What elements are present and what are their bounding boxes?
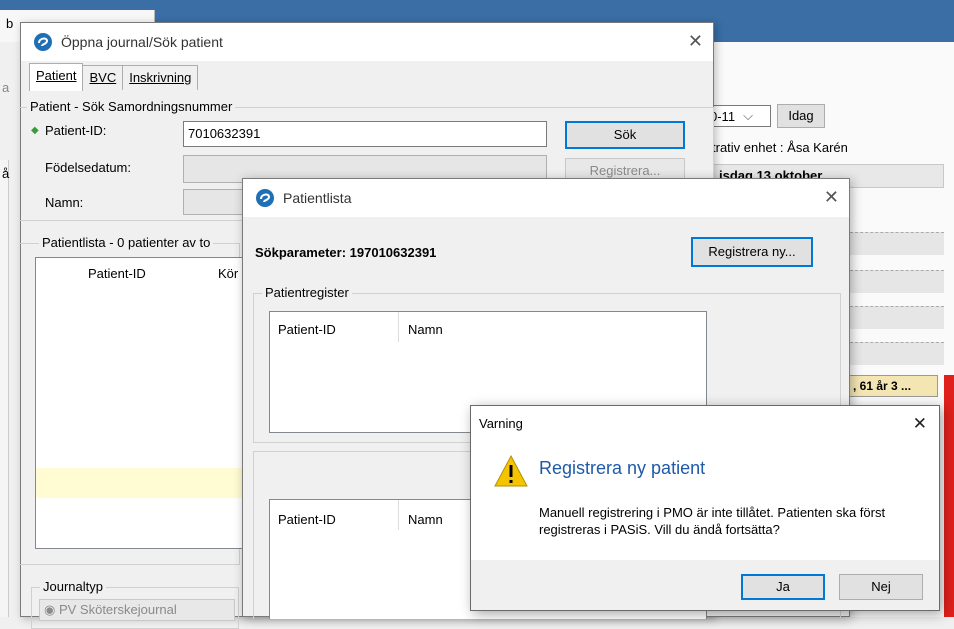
warning-dialog: Varning ✕ Registrera ny patient Manuell … [470, 405, 940, 611]
column-header-namn[interactable]: Namn [408, 322, 443, 337]
patient-list-title: Patientlista - 0 patienter av to [39, 235, 214, 250]
tab-bvc[interactable]: BVC [82, 65, 124, 90]
radio-icon: ◉ [44, 602, 56, 617]
calendar-slot[interactable] [850, 232, 944, 255]
patient-id-label: Patient-ID: [45, 123, 107, 138]
column-header-kon[interactable]: Kör [218, 266, 238, 281]
warning-icon [494, 454, 528, 487]
tab-patient[interactable]: Patient [29, 63, 84, 91]
window-titlebar: Patientlista ✕ [243, 179, 849, 217]
journal-option-button[interactable]: ◉ PV Sköterskejournal [39, 599, 235, 621]
window-titlebar: Öppna journal/Sök patient ✕ [21, 23, 713, 61]
left-column-fragment [0, 160, 9, 617]
calendar-slot[interactable] [850, 270, 944, 293]
app-logo-icon [256, 189, 274, 207]
highlighted-row[interactable] [36, 468, 244, 498]
unit-label: trativ enhet : Åsa Karén [712, 140, 848, 155]
journal-option-label: PV Sköterskejournal [58, 602, 177, 617]
window-title: Öppna journal/Sök patient [61, 34, 223, 50]
search-group-title: Patient - Sök Samordningsnummer [27, 99, 236, 114]
required-marker-icon: ◆ [31, 125, 39, 136]
close-icon[interactable]: ✕ [688, 31, 703, 52]
tab-bar: Patient BVC Inskrivning [29, 63, 199, 91]
close-icon[interactable]: ✕ [913, 414, 927, 434]
no-button[interactable]: Nej [839, 574, 923, 600]
dialog-heading: Registrera ny patient [539, 458, 706, 478]
close-icon[interactable]: ✕ [824, 187, 839, 208]
appointment-block[interactable]: , 61 år 3 ... [848, 375, 938, 397]
column-divider [398, 500, 399, 530]
chevron-down-icon: ⌵ [743, 108, 753, 123]
calendar-slot[interactable] [850, 306, 944, 329]
dialog-title: Varning [479, 416, 523, 431]
column-header-patient-id[interactable]: Patient-ID [88, 266, 146, 281]
patient-register-title: Patientregister [262, 285, 352, 300]
journal-type-title: Journaltyp [40, 579, 106, 594]
calendar-slot[interactable] [850, 342, 944, 365]
birthdate-label: Födelsedatum: [45, 160, 131, 175]
col-fragment-text: å [2, 166, 10, 181]
dialog-message: Manuell registrering i PMO är inte tillå… [539, 505, 886, 537]
column-divider [398, 312, 399, 342]
tab-fragment-text: b [6, 16, 14, 31]
app-logo-icon [34, 33, 52, 51]
tab-inskrivning[interactable]: Inskrivning [122, 65, 199, 90]
name-label: Namn: [45, 195, 84, 210]
appointment-marker [944, 375, 954, 617]
patient-id-input[interactable]: 7010632391 [183, 121, 547, 147]
name-input[interactable] [183, 189, 247, 215]
register-new-button[interactable]: Registrera ny... [691, 237, 813, 267]
search-button[interactable]: Sök [565, 121, 685, 149]
side-fragment-text: a [2, 80, 10, 95]
patient-list[interactable]: Patient-ID Kör [35, 257, 245, 549]
column-header-patient-id[interactable]: Patient-ID [278, 512, 336, 527]
search-parameter: Sökparameter: 197010632391 [255, 245, 437, 260]
dialog-footer: Ja Nej [471, 560, 939, 610]
today-button[interactable]: Idag [777, 104, 825, 128]
column-header-namn[interactable]: Namn [408, 512, 443, 527]
date-select[interactable]: 0-11 ⌵ [707, 105, 771, 127]
yes-button[interactable]: Ja [741, 574, 825, 600]
column-header-patient-id[interactable]: Patient-ID [278, 322, 336, 337]
window-title: Patientlista [283, 190, 352, 206]
